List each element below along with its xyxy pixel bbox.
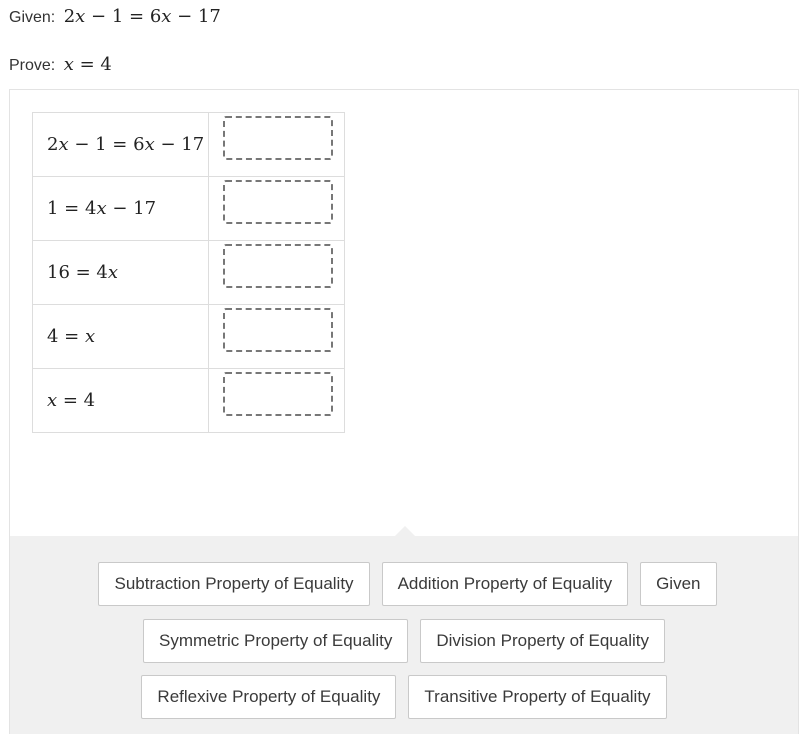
equation-variable: x: [107, 262, 119, 283]
given-eq-part: 2: [63, 6, 76, 27]
given-eq-var: x: [161, 6, 172, 27]
equation-variable: x: [84, 326, 96, 347]
prove-label: Prove:: [9, 57, 56, 74]
given-label: Given:: [9, 9, 56, 26]
equation-part: − 17: [106, 198, 157, 219]
reason-drop-zone[interactable]: [223, 180, 333, 224]
prove-statement: Prove: x = 4: [9, 54, 112, 75]
statement-equation: 2x − 1 = 6x − 17: [47, 134, 204, 155]
statement-equation: 16 = 4x: [47, 262, 118, 283]
reason-drop-zone[interactable]: [223, 372, 333, 416]
tray-row: Reflexive Property of Equality Transitive…: [10, 675, 798, 719]
equation-variable: x: [144, 134, 155, 155]
proof-row: x = 4: [32, 368, 345, 433]
given-eq-part: − 17: [171, 6, 221, 27]
equation-part: − 17: [154, 134, 205, 155]
given-eq-part: − 1 = 6: [85, 6, 162, 27]
prove-eq-var: x: [63, 54, 74, 75]
proof-table: 2x − 1 = 6x − 17 1 = 4x − 17 16 = 4x 4 = xx…: [32, 112, 345, 433]
reason-cell: [208, 176, 345, 241]
tray-row: Subtraction Property of Equality Addition…: [10, 562, 798, 606]
equation-part: 1 = 4: [47, 198, 97, 219]
reason-chip-symmetric-property-of-equality[interactable]: Symmetric Property of Equality: [143, 619, 409, 663]
equation-variable: x: [58, 134, 69, 155]
answer-tray: Subtraction Property of Equality Addition…: [10, 526, 798, 734]
statement-equation: 4 = x: [47, 326, 95, 347]
equation-part: 2: [47, 134, 59, 155]
equation-variable: x: [47, 390, 58, 411]
reason-chip-addition-property-of-equality[interactable]: Addition Property of Equality: [381, 562, 629, 606]
equation-part: 4 =: [47, 326, 85, 347]
proof-row: 2x − 1 = 6x − 17: [32, 112, 345, 177]
equation-part: = 4: [57, 390, 96, 411]
statement-cell: 4 = x: [32, 304, 209, 369]
reason-drop-zone[interactable]: [223, 308, 333, 352]
reason-cell: [208, 240, 345, 305]
proof-row: 1 = 4x − 17: [32, 176, 345, 241]
reason-chip-transitive-property-of-equality[interactable]: Transitive Property of Equality: [408, 675, 667, 719]
reason-cell: [208, 304, 345, 369]
reason-drop-zone[interactable]: [223, 244, 333, 288]
proof-row: 16 = 4x: [32, 240, 345, 305]
proof-widget: 2x − 1 = 6x − 17 1 = 4x − 17 16 = 4x 4 = xx…: [9, 89, 799, 734]
statement-equation: x = 4: [47, 390, 95, 411]
statement-cell: 16 = 4x: [32, 240, 209, 305]
reason-chip-subtraction-property-of-equality[interactable]: Subtraction Property of Equality: [98, 562, 370, 606]
equation-variable: x: [96, 198, 107, 219]
prove-eq-part: = 4: [73, 54, 112, 75]
given-eq-var: x: [75, 6, 86, 27]
statement-equation: 1 = 4x − 17: [47, 198, 156, 219]
tray-pointer: [395, 526, 415, 536]
given-statement: Given: 2x − 1 = 6x − 17: [9, 6, 221, 27]
equation-part: − 1 = 6: [68, 134, 145, 155]
proof-row: 4 = x: [32, 304, 345, 369]
reason-chip-reflexive-property-of-equality[interactable]: Reflexive Property of Equality: [141, 675, 397, 719]
equation-part: 16 = 4: [47, 262, 108, 283]
reason-chip-division-property-of-equality[interactable]: Division Property of Equality: [420, 619, 665, 663]
statement-cell: x = 4: [32, 368, 209, 433]
reason-chip-given[interactable]: Given: [640, 562, 717, 606]
statement-cell: 2x − 1 = 6x − 17: [32, 112, 209, 177]
reason-cell: [208, 112, 345, 177]
statement-cell: 1 = 4x − 17: [32, 176, 209, 241]
tray-row: Symmetric Property of Equality Division P…: [10, 619, 798, 663]
reason-cell: [208, 368, 345, 433]
reason-drop-zone[interactable]: [223, 116, 333, 160]
prove-equation: x = 4: [64, 54, 112, 75]
given-equation: 2x − 1 = 6x − 17: [64, 6, 221, 27]
